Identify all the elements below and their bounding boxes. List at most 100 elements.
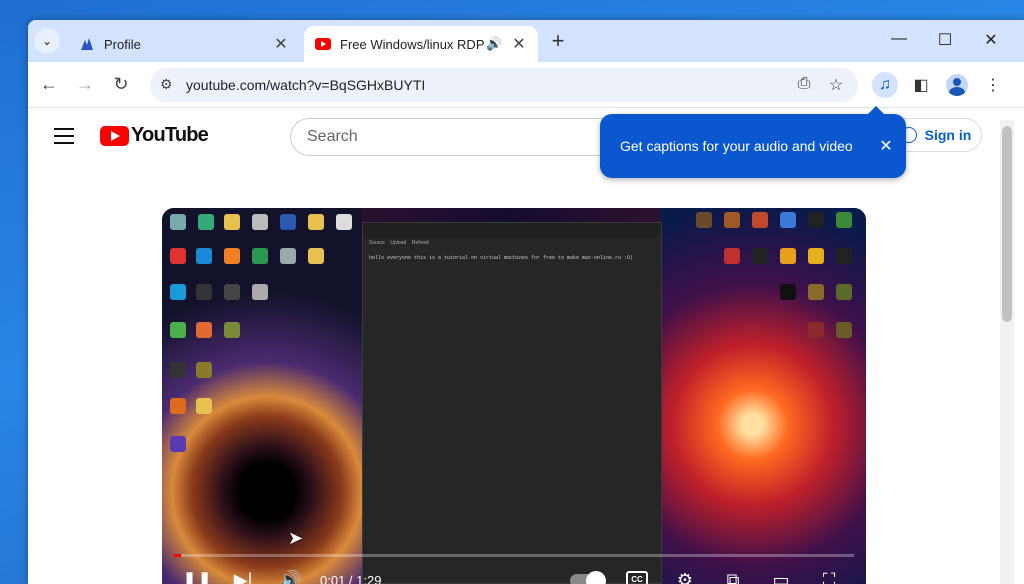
tab-profile[interactable]: Profile ✕ [68, 26, 300, 62]
desktop-icon [196, 322, 212, 338]
desktop-icon [198, 214, 214, 230]
captions-popup: Get captions for your audio and video ✕ [600, 106, 906, 178]
desktop-icon [752, 248, 768, 264]
captions-popup-message: Get captions for your audio and video [620, 138, 853, 154]
notepad-menu-item: Refresh [411, 240, 430, 246]
desktop-icon [252, 284, 268, 300]
address-url: youtube.com/watch?v=BqSGHxBUYTI [186, 77, 426, 93]
desktop-icon [780, 248, 796, 264]
desktop-icon [808, 212, 824, 228]
install-app-icon[interactable]: ⎙ [794, 75, 814, 93]
desktop-icon [752, 212, 768, 228]
close-window-button[interactable]: ✕ [968, 30, 1014, 50]
video-progress-bar[interactable] [174, 554, 854, 557]
desktop-icon [170, 362, 186, 378]
avatar-icon [946, 74, 968, 96]
desktop-icon [780, 212, 796, 228]
close-tab-icon[interactable]: ✕ [272, 34, 290, 54]
browser-window: ⌄ Profile ✕ Free Windows/linux RDP 20 🔊 … [28, 20, 1024, 584]
tab-strip: ⌄ Profile ✕ Free Windows/linux RDP 20 🔊 … [28, 20, 1024, 62]
close-tab-icon[interactable]: ✕ [510, 34, 528, 54]
settings-gear-icon[interactable]: ⚙ [670, 570, 700, 584]
desktop-icon [836, 322, 852, 338]
tab-search-button[interactable]: ⌄ [34, 28, 60, 54]
desktop-icon [196, 398, 212, 414]
hamburger-menu-icon[interactable] [54, 128, 74, 149]
desktop-icon [836, 248, 852, 264]
desktop-icon [808, 248, 824, 264]
captions-icon[interactable]: CC [626, 571, 648, 584]
desktop-icon [196, 248, 212, 264]
media-control-icon[interactable]: ♫ [872, 72, 898, 98]
desktop-icon [170, 214, 186, 230]
close-popup-icon[interactable]: ✕ [866, 136, 906, 156]
tab-title: Profile [104, 36, 141, 52]
notepad-menu-item: Source [369, 240, 385, 246]
desktop-icon [308, 214, 324, 230]
scrollbar-thumb[interactable] [1002, 126, 1012, 322]
desktop-icon [280, 214, 296, 230]
back-icon[interactable]: ← [38, 74, 60, 95]
reload-icon[interactable]: ↻ [110, 74, 132, 95]
desktop-icon [780, 284, 796, 300]
desktop-icon [170, 398, 186, 414]
video-frame-left [162, 208, 372, 584]
youtube-logo[interactable]: YouTube [100, 124, 209, 147]
page-content: YouTube Search Sign in Get captions for … [28, 106, 1024, 584]
youtube-favicon-icon [314, 35, 332, 53]
desktop-icon [224, 214, 240, 230]
autoplay-toggle[interactable] [570, 571, 606, 584]
side-panel-icon[interactable]: ◧ [908, 72, 934, 98]
theater-mode-icon[interactable]: ▭ [766, 570, 796, 584]
maximize-button[interactable]: ☐ [922, 30, 968, 50]
video-frame-right [660, 208, 866, 584]
desktop-icon [196, 284, 212, 300]
desktop-icon [724, 212, 740, 228]
video-player[interactable]: Source Upload Refresh hello everyone thi… [162, 208, 866, 584]
speaker-icon[interactable]: 🔊 [486, 36, 504, 52]
bookmark-star-icon[interactable]: ☆ [826, 75, 846, 95]
tab-youtube[interactable]: Free Windows/linux RDP 20 🔊 ✕ [304, 26, 538, 62]
desktop-icon [696, 212, 712, 228]
desktop-icon [808, 322, 824, 338]
forward-icon[interactable]: → [74, 74, 96, 95]
volume-icon[interactable]: 🔊 [276, 570, 306, 584]
player-controls: ❚❚ ▶| 🔊 0:01 / 1:29 CC ⚙ ⧉ ▭ ⛶ [162, 562, 866, 584]
notepad-titlebar [363, 223, 661, 237]
desktop-icon [224, 322, 240, 338]
desktop-icon [196, 362, 212, 378]
time-display: 0:01 / 1:29 [320, 573, 382, 584]
site-info-icon[interactable]: ⚙ [160, 76, 173, 93]
pause-icon[interactable]: ❚❚ [182, 570, 212, 584]
desktop-icon [836, 212, 852, 228]
new-tab-button[interactable]: + [548, 30, 568, 52]
desktop-icon [224, 248, 240, 264]
desktop-icon [252, 248, 268, 264]
tab-title: Free Windows/linux RDP 20 [340, 36, 486, 52]
profile-favicon-icon [78, 35, 96, 53]
fullscreen-icon[interactable]: ⛶ [814, 570, 844, 584]
desktop-icon [170, 248, 186, 264]
desktop-icon [280, 248, 296, 264]
desktop-icon [252, 214, 268, 230]
desktop-icon [224, 284, 240, 300]
next-icon[interactable]: ▶| [228, 570, 258, 584]
address-bar[interactable]: ⚙ youtube.com/watch?v=BqSGHxBUYTI ⎙ ☆ [150, 68, 858, 102]
video-progress-fill [174, 554, 181, 557]
notepad-window: Source Upload Refresh hello everyone thi… [362, 222, 662, 584]
miniplayer-icon[interactable]: ⧉ [718, 570, 748, 584]
youtube-play-icon [100, 125, 129, 146]
desktop-icon [170, 322, 186, 338]
menu-icon[interactable]: ⋮ [980, 72, 1006, 98]
search-input[interactable]: Search [290, 118, 610, 156]
youtube-logo-text: YouTube [131, 124, 209, 146]
desktop-icon [724, 248, 740, 264]
page-scrollbar[interactable] [1000, 120, 1014, 584]
notepad-menu-item: Upload [390, 240, 407, 246]
browser-toolbar: ← → ↻ ⚙ youtube.com/watch?v=BqSGHxBUYTI … [28, 62, 1024, 108]
minimize-button[interactable]: — [876, 30, 922, 48]
profile-avatar[interactable] [944, 72, 970, 98]
desktop-icon [336, 214, 352, 230]
notepad-menu: Source Upload Refresh [363, 237, 661, 249]
notepad-text: hello everyone this is a tutorial on vir… [369, 255, 634, 261]
